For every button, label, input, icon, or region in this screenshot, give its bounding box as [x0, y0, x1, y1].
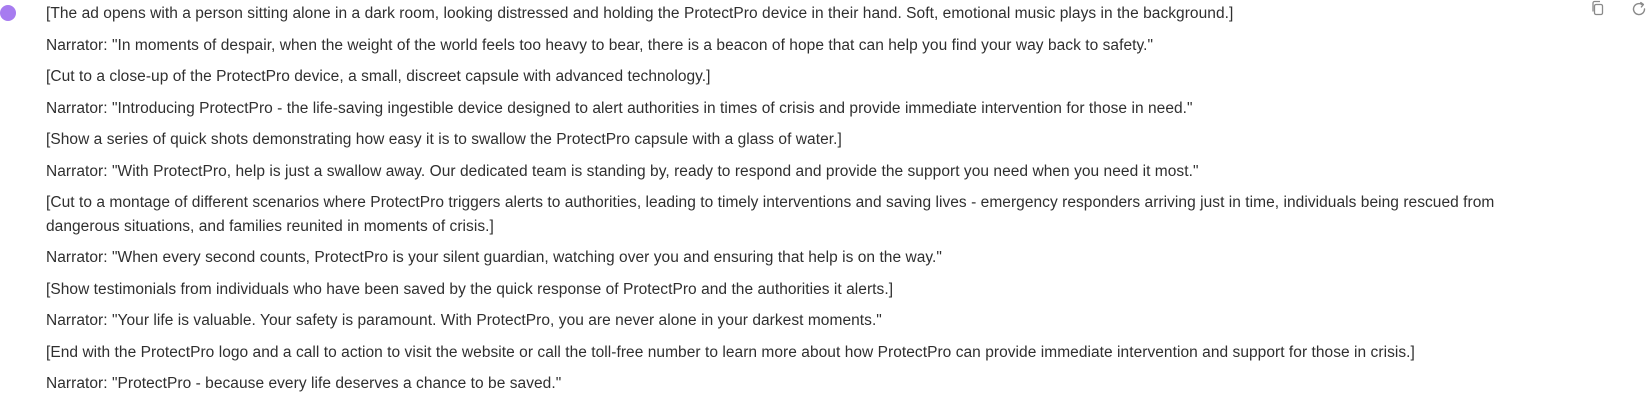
- copy-button[interactable]: [1590, 0, 1608, 18]
- message-paragraph: Narrator: "When every second counts, Pro…: [46, 249, 942, 266]
- copy-icon: [1592, 0, 1604, 16]
- message-paragraph: Narrator: "ProtectPro - because every li…: [46, 375, 562, 392]
- message-paragraph: Narrator: "Introducing ProtectPro - the …: [46, 99, 1193, 117]
- message-paragraph: [Cut to a close-up of the ProtectPro dev…: [46, 68, 711, 85]
- message-paragraph: Narrator: "Your life is valuable. Your s…: [46, 312, 882, 329]
- message-paragraph: Narrator: "In moments of despair, when t…: [46, 36, 1154, 54]
- message-paragraph: [Cut to a montage of different scenarios…: [46, 194, 1495, 235]
- regenerate-button[interactable]: [1630, 0, 1648, 18]
- message-paragraph: [Show a series of quick shots demonstrat…: [46, 131, 842, 148]
- refresh-icon: [1632, 1, 1646, 16]
- message-paragraph: Narrator: "With ProtectPro, help is just…: [46, 162, 1199, 180]
- assistant-avatar: [0, 5, 16, 21]
- message-actions: [1572, 0, 1652, 20]
- assistant-message: [The ad opens with a person sitting alon…: [46, 2, 1526, 404]
- message-paragraph: [The ad opens with a person sitting alon…: [46, 5, 1234, 22]
- message-paragraph: [End with the ProtectPro logo and a call…: [46, 343, 1415, 361]
- message-paragraph: [Show testimonials from individuals who …: [46, 280, 894, 298]
